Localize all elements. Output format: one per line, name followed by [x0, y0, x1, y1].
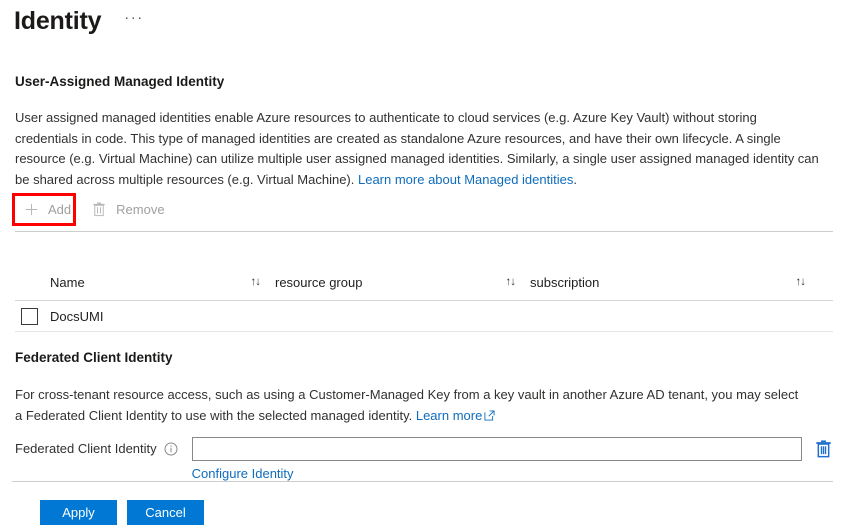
federated-client-identity-input[interactable] — [191, 437, 802, 461]
row-checkbox[interactable] — [21, 307, 38, 325]
federated-client-identity-heading: Federated Client Identity — [15, 350, 173, 365]
cancel-button[interactable]: Cancel — [127, 500, 204, 525]
federated-input-wrapper: Configure Identity — [191, 437, 802, 483]
user-assigned-heading: User-Assigned Managed Identity — [15, 74, 225, 89]
federated-field-label: Federated Client Identity — [15, 441, 157, 456]
plus-icon — [23, 201, 39, 217]
column-header-name[interactable]: Name ↑↓ — [15, 275, 270, 290]
remove-button[interactable]: Remove — [83, 196, 174, 222]
identity-command-bar: Add Remove — [15, 196, 175, 222]
identity-page: Identity ··· User-Assigned Managed Ident… — [0, 0, 848, 529]
info-icon[interactable] — [164, 442, 178, 456]
federated-learn-more-link[interactable]: Learn more — [416, 408, 495, 423]
federated-client-identity-field-row: Federated Client Identity Configure Iden… — [15, 437, 833, 483]
column-header-subscription[interactable]: subscription ↑↓ — [525, 275, 815, 290]
federated-description-text: For cross-tenant resource access, such a… — [15, 387, 799, 423]
column-header-name-label: Name — [50, 274, 85, 290]
user-assigned-description-period: . — [573, 171, 577, 187]
footer-action-buttons: Apply Cancel — [40, 500, 204, 525]
footer-divider — [12, 481, 833, 482]
sort-icon-resource-group[interactable]: ↑↓ — [506, 276, 516, 288]
delete-federated-identity-button[interactable] — [814, 439, 833, 459]
page-header: Identity ··· — [14, 6, 147, 36]
table-row[interactable]: DocsUMI — [15, 301, 833, 332]
column-header-resource-group[interactable]: resource group ↑↓ — [270, 275, 525, 290]
add-button-label: Add — [48, 201, 72, 217]
toolbar-divider — [15, 231, 833, 232]
add-button[interactable]: Add — [15, 196, 81, 222]
user-assigned-description: User assigned managed identities enable … — [15, 108, 821, 190]
sort-icon-name[interactable]: ↑↓ — [251, 276, 261, 288]
sort-icon-subscription[interactable]: ↑↓ — [796, 276, 806, 288]
page-title: Identity — [14, 7, 102, 35]
trash-icon — [91, 201, 107, 217]
trash-icon — [816, 440, 831, 458]
external-link-icon — [484, 407, 495, 421]
row-name-value: DocsUMI — [50, 308, 104, 324]
table-header-row: Name ↑↓ resource group ↑↓ subscription ↑… — [15, 266, 833, 301]
apply-button[interactable]: Apply — [40, 500, 117, 525]
column-header-resource-group-label: resource group — [275, 274, 363, 290]
configure-identity-link[interactable]: Configure Identity — [192, 466, 294, 481]
row-checkbox-cell — [15, 307, 50, 325]
user-assigned-identity-table: Name ↑↓ resource group ↑↓ subscription ↑… — [15, 266, 833, 332]
federated-learn-more-label: Learn more — [415, 407, 483, 423]
learn-more-managed-identities-link[interactable]: Learn more about Managed identities — [358, 172, 573, 187]
federated-client-identity-description: For cross-tenant resource access, such a… — [15, 385, 805, 426]
more-options-icon[interactable]: ··· — [121, 8, 147, 34]
column-header-subscription-label: subscription — [530, 274, 600, 290]
remove-button-label: Remove — [116, 201, 165, 217]
